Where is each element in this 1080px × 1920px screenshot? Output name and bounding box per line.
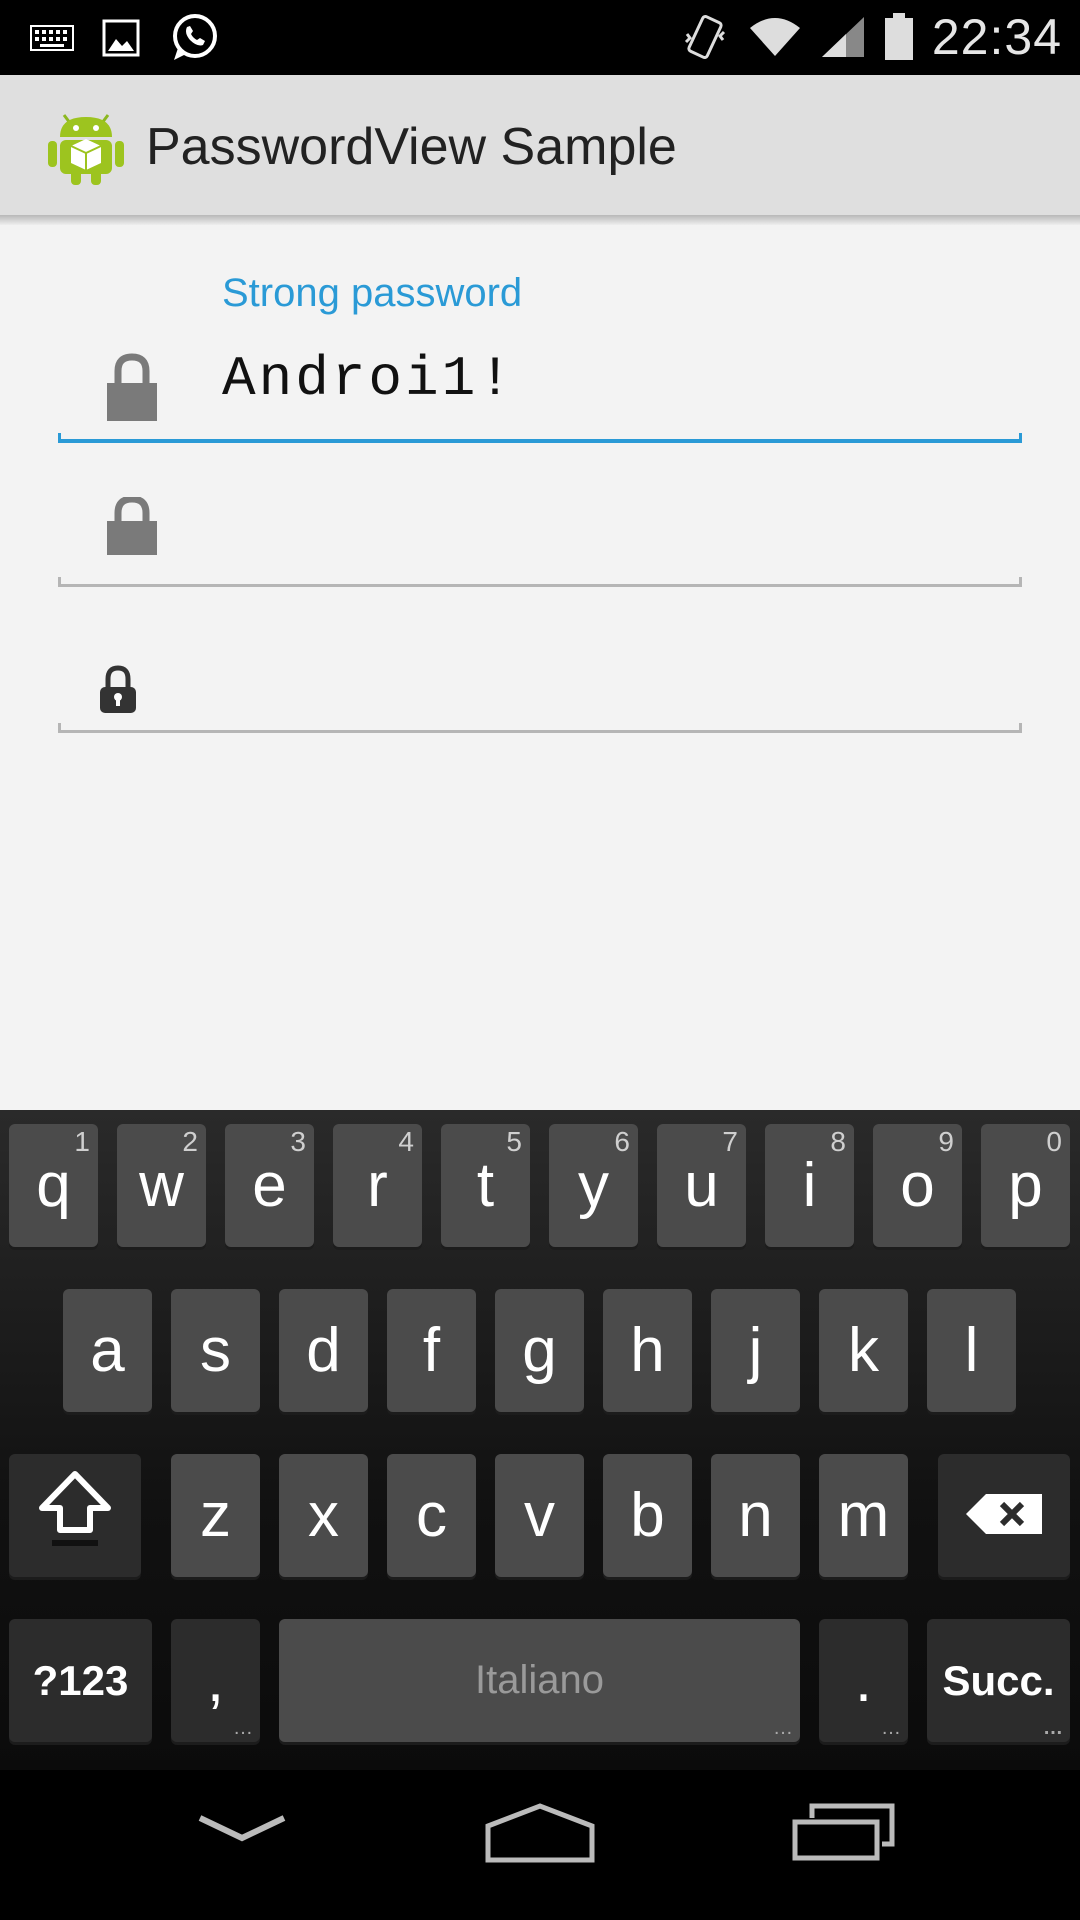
field-underline (58, 730, 1022, 733)
password-value: Androi1! (222, 347, 515, 411)
shift-key[interactable] (9, 1454, 141, 1577)
key-o[interactable]: o9 (873, 1124, 962, 1247)
key-q[interactable]: q1 (9, 1124, 98, 1247)
password-strength-label: Strong password (222, 271, 523, 315)
key-a[interactable]: a (63, 1289, 152, 1412)
field-underline (58, 439, 1022, 443)
clock: 22:34 (931, 9, 1062, 65)
key-i[interactable]: i8 (765, 1124, 854, 1247)
shift-icon (38, 1468, 112, 1563)
comma-key[interactable]: ,… (171, 1619, 260, 1742)
key-k[interactable]: k (819, 1289, 908, 1412)
notification-icons (30, 10, 220, 65)
delete-key[interactable] (938, 1454, 1070, 1577)
system-status-icons: 22:34 (682, 6, 1062, 68)
key-m[interactable]: m (819, 1454, 908, 1577)
key-r[interactable]: r4 (333, 1124, 422, 1247)
signal-icon (820, 15, 866, 59)
password-field-2[interactable] (58, 477, 1022, 587)
battery-icon (884, 13, 914, 61)
key-t[interactable]: t5 (441, 1124, 530, 1247)
main-content: Strong password Androi1! (0, 225, 1080, 1110)
lock-icon (106, 495, 158, 561)
key-h[interactable]: h (603, 1289, 692, 1412)
key-s[interactable]: s (171, 1289, 260, 1412)
status-bar: 22:34 (0, 0, 1080, 75)
recents-icon[interactable] (792, 1802, 896, 1862)
action-bar-shadow (0, 215, 1080, 225)
key-u[interactable]: u7 (657, 1124, 746, 1247)
small-lock-icon (98, 665, 138, 719)
password-field-3[interactable] (58, 623, 1022, 733)
key-w[interactable]: w2 (117, 1124, 206, 1247)
period-key[interactable]: .… (819, 1619, 908, 1742)
spacebar[interactable]: Italiano… (279, 1619, 800, 1742)
key-e[interactable]: e3 (225, 1124, 314, 1247)
key-y[interactable]: y6 (549, 1124, 638, 1247)
backspace-icon (964, 1480, 1044, 1551)
key-b[interactable]: b (603, 1454, 692, 1577)
whatsapp-icon (168, 12, 220, 64)
password-field-1[interactable]: Androi1! (58, 335, 1022, 443)
next-key[interactable]: Succ.… (927, 1619, 1070, 1742)
home-icon[interactable] (484, 1802, 596, 1864)
key-f[interactable]: f (387, 1289, 476, 1412)
field-underline (58, 584, 1022, 587)
key-c[interactable]: c (387, 1454, 476, 1577)
symbols-key[interactable]: ?123 (9, 1619, 152, 1742)
action-bar: PasswordView Sample (0, 75, 1080, 215)
hide-keyboard-icon[interactable] (196, 1810, 288, 1850)
key-j[interactable]: j (711, 1289, 800, 1412)
key-d[interactable]: d (279, 1289, 368, 1412)
key-z[interactable]: z (171, 1454, 260, 1577)
android-app-icon[interactable] (46, 105, 126, 187)
key-g[interactable]: g (495, 1289, 584, 1412)
wifi-icon (748, 16, 802, 58)
keyboard-icon (30, 24, 74, 51)
key-l[interactable]: l (927, 1289, 1016, 1412)
app-title: PasswordView Sample (146, 118, 677, 176)
lock-icon (106, 353, 158, 427)
soft-keyboard: q1 w2 e3 r4 t5 y6 u7 i8 o9 p0 a s d f g … (0, 1110, 1080, 1770)
key-v[interactable]: v (495, 1454, 584, 1577)
key-p[interactable]: p0 (981, 1124, 1070, 1247)
navigation-bar (0, 1770, 1080, 1920)
vibrate-icon (682, 12, 730, 62)
image-icon (102, 19, 140, 57)
key-n[interactable]: n (711, 1454, 800, 1577)
key-x[interactable]: x (279, 1454, 368, 1577)
